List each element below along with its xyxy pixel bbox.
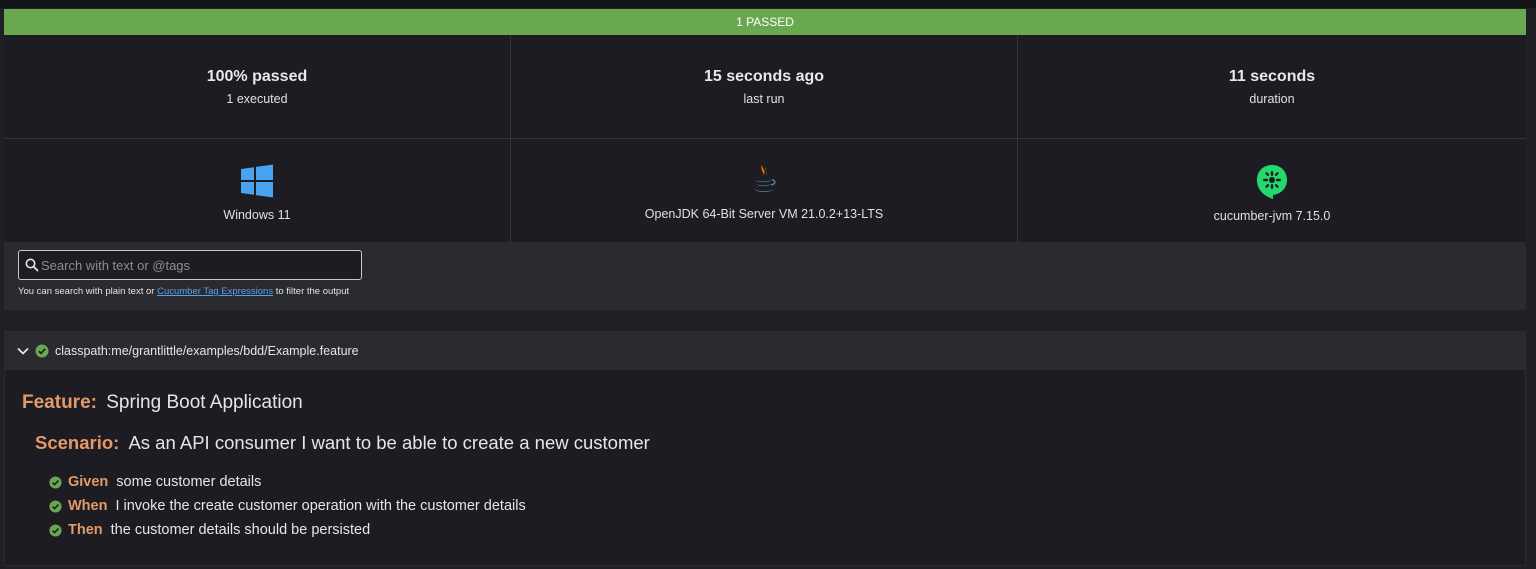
env-os: Windows 11 bbox=[4, 139, 511, 242]
chevron-down-icon[interactable] bbox=[17, 346, 29, 356]
step-keyword: Then bbox=[68, 522, 103, 538]
search-area: You can search with plain text or Cucumb… bbox=[4, 242, 1526, 310]
feature-path: classpath:me/grantlittle/examples/bdd/Ex… bbox=[55, 344, 359, 358]
env-label: Windows 11 bbox=[223, 207, 291, 222]
step-text: I invoke the create customer operation w… bbox=[115, 498, 526, 514]
stat-label: duration bbox=[1249, 91, 1295, 106]
tag-expressions-link[interactable]: Cucumber Tag Expressions bbox=[157, 286, 273, 297]
step-item: Given some customer details bbox=[49, 470, 526, 494]
search-icon bbox=[25, 258, 39, 272]
scenario-name: As an API consumer I want to be able to … bbox=[128, 432, 650, 453]
feature-keyword: Feature: bbox=[22, 392, 97, 413]
feature-title: Feature: Spring Boot Application bbox=[22, 392, 303, 414]
java-icon bbox=[754, 162, 776, 192]
env-label: OpenJDK 64-Bit Server VM 21.0.2+13-LTS bbox=[644, 206, 884, 221]
window-top-strip bbox=[0, 0, 1536, 8]
search-input[interactable] bbox=[39, 257, 361, 273]
step-text: some customer details bbox=[116, 474, 262, 490]
stat-passed: 100% passed 1 executed bbox=[4, 35, 511, 139]
stat-duration: 11 seconds duration bbox=[1018, 35, 1526, 139]
feature-name: Spring Boot Application bbox=[106, 392, 303, 413]
step-list: Given some customer details When I invok… bbox=[49, 470, 526, 542]
passed-check-icon bbox=[35, 344, 49, 358]
env-runtime: OpenJDK 64-Bit Server VM 21.0.2+13-LTS bbox=[511, 139, 1018, 242]
step-item: When I invoke the create customer operat… bbox=[49, 494, 526, 518]
stats-grid: 100% passed 1 executed 15 seconds ago la… bbox=[4, 35, 1526, 242]
hint-prefix: You can search with plain text or bbox=[18, 286, 158, 297]
search-hint: You can search with plain text or Cucumb… bbox=[18, 286, 349, 297]
scenario-keyword: Scenario: bbox=[35, 432, 120, 453]
status-label: 1 PASSED bbox=[736, 15, 794, 29]
feature-header[interactable]: classpath:me/grantlittle/examples/bdd/Ex… bbox=[5, 332, 1525, 370]
stat-value: 11 seconds bbox=[1228, 67, 1316, 85]
status-bar: 1 PASSED bbox=[4, 9, 1526, 35]
search-box[interactable] bbox=[18, 250, 362, 280]
step-text: the customer details should be persisted bbox=[110, 522, 371, 538]
stat-label: last run bbox=[743, 91, 785, 106]
windows-icon bbox=[241, 164, 273, 197]
env-tool: cucumber-jvm 7.15.0 bbox=[1018, 139, 1526, 242]
step-keyword: When bbox=[68, 498, 108, 514]
step-item: Then the customer details should be pers… bbox=[49, 518, 526, 542]
passed-check-icon bbox=[49, 475, 62, 489]
scenario-title: Scenario: As an API consumer I want to b… bbox=[35, 432, 650, 454]
stat-label: 1 executed bbox=[226, 91, 288, 106]
stat-last-run: 15 seconds ago last run bbox=[511, 35, 1018, 139]
step-keyword: Given bbox=[68, 474, 109, 490]
env-label: cucumber-jvm 7.15.0 bbox=[1213, 208, 1331, 223]
cucumber-icon bbox=[1257, 164, 1287, 199]
hint-suffix: to filter the output bbox=[273, 286, 350, 297]
passed-check-icon bbox=[49, 523, 62, 537]
passed-check-icon bbox=[49, 499, 62, 513]
stat-value: 15 seconds ago bbox=[703, 67, 825, 85]
feature-panel: classpath:me/grantlittle/examples/bdd/Ex… bbox=[4, 331, 1526, 566]
stat-value: 100% passed bbox=[206, 67, 308, 85]
